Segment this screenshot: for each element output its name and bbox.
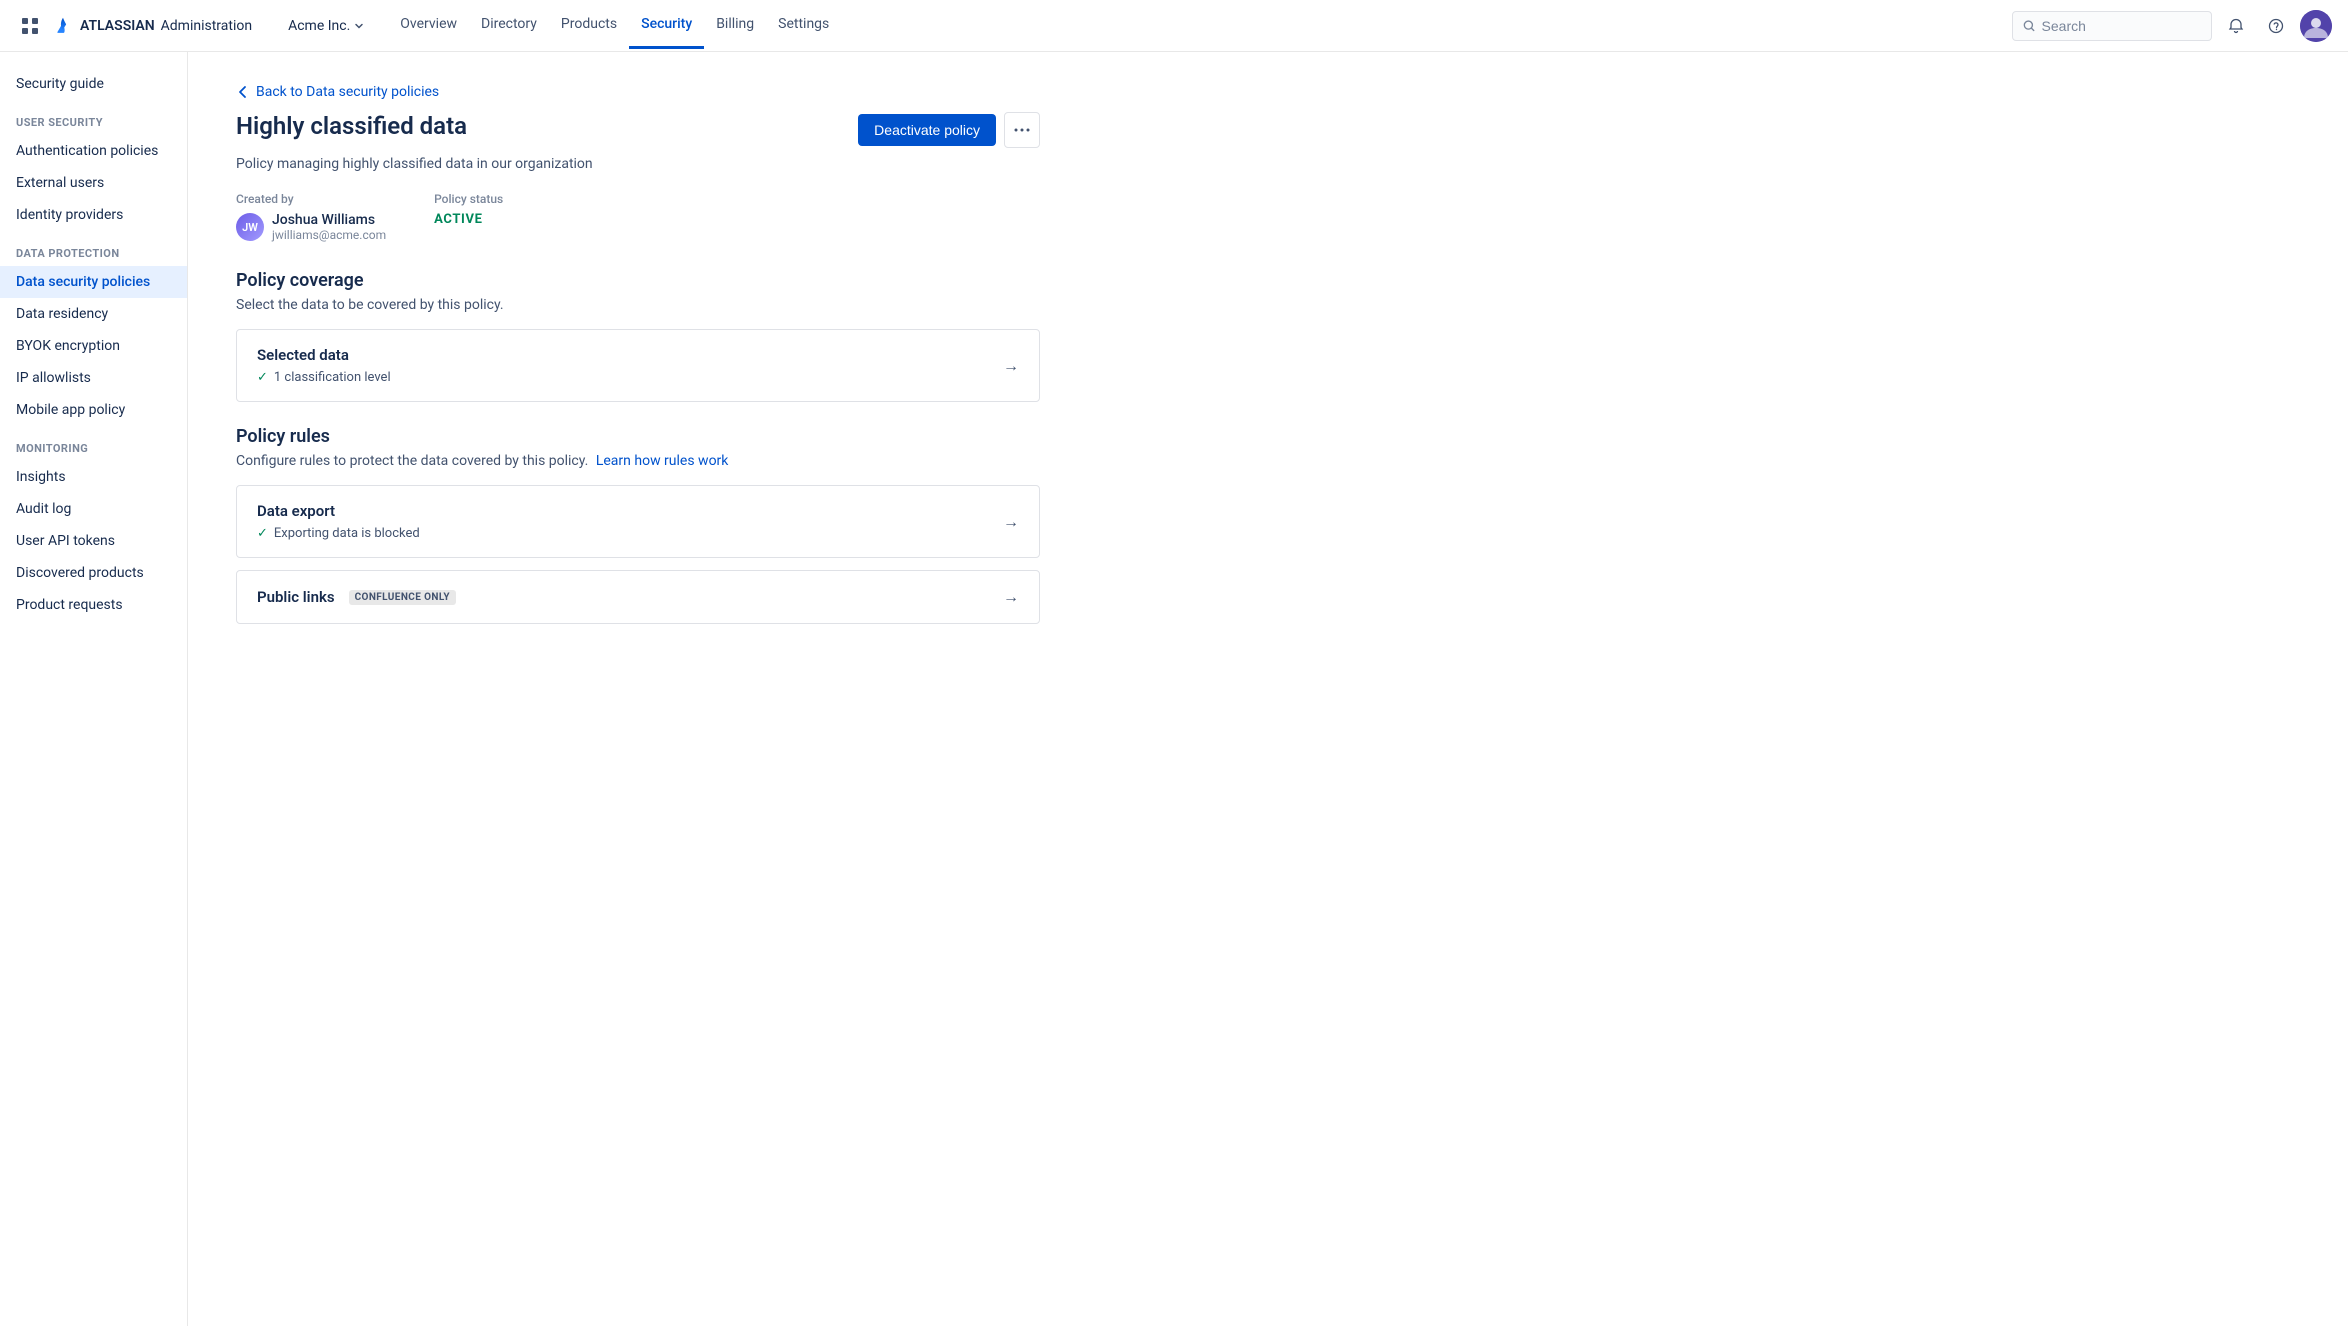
data-export-subtitle-text: Exporting data is blocked <box>274 526 420 541</box>
selected-data-content: Selected data ✓ 1 classification level <box>257 346 391 385</box>
nav-right <box>2012 10 2332 42</box>
created-by-block: Created by JW Joshua Williams jwilliams@… <box>236 192 386 242</box>
sidebar-item-product-requests[interactable]: Product requests <box>0 589 187 621</box>
learn-rules-link[interactable]: Learn how rules work <box>596 453 729 469</box>
data-export-content: Data export ✓ Exporting data is blocked <box>257 502 420 541</box>
data-export-subtitle: ✓ Exporting data is blocked <box>257 526 420 541</box>
rules-title: Policy rules <box>236 426 1040 447</box>
selected-data-subtitle-text: 1 classification level <box>274 370 391 385</box>
sidebar-item-security-guide[interactable]: Security guide <box>0 68 187 100</box>
sidebar-section-data-protection: DATA PROTECTION <box>0 231 187 266</box>
arrow-left-icon <box>236 85 250 99</box>
search-box[interactable] <box>2012 11 2212 41</box>
deactivate-policy-button[interactable]: Deactivate policy <box>858 114 996 146</box>
nav-directory[interactable]: Directory <box>469 2 549 49</box>
sidebar-item-external-users[interactable]: External users <box>0 167 187 199</box>
created-by-label: Created by <box>236 192 386 206</box>
rules-desc: Configure rules to protect the data cove… <box>236 453 1040 469</box>
page-header: Highly classified data Deactivate policy <box>236 112 1040 148</box>
avatar[interactable] <box>2300 10 2332 42</box>
org-selector[interactable]: Acme Inc. <box>280 14 372 38</box>
nav-security[interactable]: Security <box>629 2 704 49</box>
meta-user-name: Joshua Williams <box>272 212 386 228</box>
nav-settings[interactable]: Settings <box>766 2 841 49</box>
search-input[interactable] <box>2042 18 2201 34</box>
ellipsis-icon <box>1014 128 1030 132</box>
sidebar: Security guide USER SECURITY Authenticat… <box>0 52 188 1326</box>
sidebar-item-byok-encryption[interactable]: BYOK encryption <box>0 330 187 362</box>
main-layout: Security guide USER SECURITY Authenticat… <box>0 52 2348 1326</box>
logo: ATLASSIAN Administration <box>52 15 264 37</box>
sidebar-section-user-security: USER SECURITY <box>0 100 187 135</box>
help-icon <box>2268 18 2284 34</box>
nav-products[interactable]: Products <box>549 2 629 49</box>
grid-icon[interactable] <box>16 12 44 40</box>
sidebar-item-user-api-tokens[interactable]: User API tokens <box>0 525 187 557</box>
meta-user-email: jwilliams@acme.com <box>272 228 386 242</box>
rules-desc-text: Configure rules to protect the data cove… <box>236 453 588 469</box>
more-options-button[interactable] <box>1004 112 1040 148</box>
meta-row: Created by JW Joshua Williams jwilliams@… <box>236 192 1040 242</box>
sidebar-item-data-security-policies[interactable]: Data security policies <box>0 266 187 298</box>
public-links-title: Public links <box>257 588 335 606</box>
data-export-title: Data export <box>257 502 420 520</box>
back-link-text: Back to Data security policies <box>256 84 439 100</box>
notifications-button[interactable] <box>2220 10 2252 42</box>
public-links-arrow-icon: → <box>1003 587 1019 607</box>
card-arrow-icon: → <box>1003 356 1019 376</box>
meta-user-info: Joshua Williams jwilliams@acme.com <box>272 212 386 242</box>
top-nav: ATLASSIAN Administration Acme Inc. Overv… <box>0 0 2348 52</box>
data-export-arrow-icon: → <box>1003 512 1019 532</box>
back-link[interactable]: Back to Data security policies <box>236 84 1040 100</box>
status-badge: ACTIVE <box>434 212 503 227</box>
avatar-image <box>2300 10 2332 42</box>
public-links-card[interactable]: Public links CONFLUENCE ONLY → <box>236 570 1040 624</box>
page-description: Policy managing highly classified data i… <box>236 156 1040 172</box>
nav-billing[interactable]: Billing <box>704 2 766 49</box>
org-name: Acme Inc. <box>288 18 350 34</box>
meta-avatar-inner: JW <box>236 213 264 241</box>
nav-links: Overview Directory Products Security Bil… <box>388 2 841 49</box>
help-button[interactable] <box>2260 10 2292 42</box>
chevron-down-icon <box>354 21 364 31</box>
atlassian-logo-icon <box>52 15 74 37</box>
coverage-desc: Select the data to be covered by this po… <box>236 297 1040 313</box>
admin-label: Administration <box>161 18 252 34</box>
sidebar-item-audit-log[interactable]: Audit log <box>0 493 187 525</box>
logo-text: ATLASSIAN <box>80 18 155 34</box>
selected-data-subtitle: ✓ 1 classification level <box>257 370 391 385</box>
sidebar-item-discovered-products[interactable]: Discovered products <box>0 557 187 589</box>
sidebar-item-ip-allowlists[interactable]: IP allowlists <box>0 362 187 394</box>
sidebar-item-mobile-app-policy[interactable]: Mobile app policy <box>0 394 187 426</box>
bell-icon <box>2228 18 2244 34</box>
meta-avatar: JW <box>236 213 264 241</box>
selected-data-title: Selected data <box>257 346 391 364</box>
confluence-only-badge: CONFLUENCE ONLY <box>349 590 456 605</box>
main-content: Back to Data security policies Highly cl… <box>188 52 1088 1326</box>
checkmark-icon: ✓ <box>257 370 268 385</box>
header-actions: Deactivate policy <box>858 112 1040 148</box>
checkmark-export-icon: ✓ <box>257 526 268 541</box>
sidebar-item-data-residency[interactable]: Data residency <box>0 298 187 330</box>
sidebar-section-monitoring: MONITORING <box>0 426 187 461</box>
public-links-content: Public links CONFLUENCE ONLY <box>257 588 456 606</box>
nav-overview[interactable]: Overview <box>388 2 469 49</box>
search-icon <box>2023 19 2036 33</box>
data-export-card[interactable]: Data export ✓ Exporting data is blocked … <box>236 485 1040 558</box>
page-title: Highly classified data <box>236 112 467 140</box>
sidebar-item-identity-providers[interactable]: Identity providers <box>0 199 187 231</box>
sidebar-item-insights[interactable]: Insights <box>0 461 187 493</box>
sidebar-item-authentication-policies[interactable]: Authentication policies <box>0 135 187 167</box>
policy-status-label: Policy status <box>434 192 503 206</box>
coverage-title: Policy coverage <box>236 270 1040 291</box>
selected-data-card[interactable]: Selected data ✓ 1 classification level → <box>236 329 1040 402</box>
meta-user: JW Joshua Williams jwilliams@acme.com <box>236 212 386 242</box>
policy-status-block: Policy status ACTIVE <box>434 192 503 227</box>
